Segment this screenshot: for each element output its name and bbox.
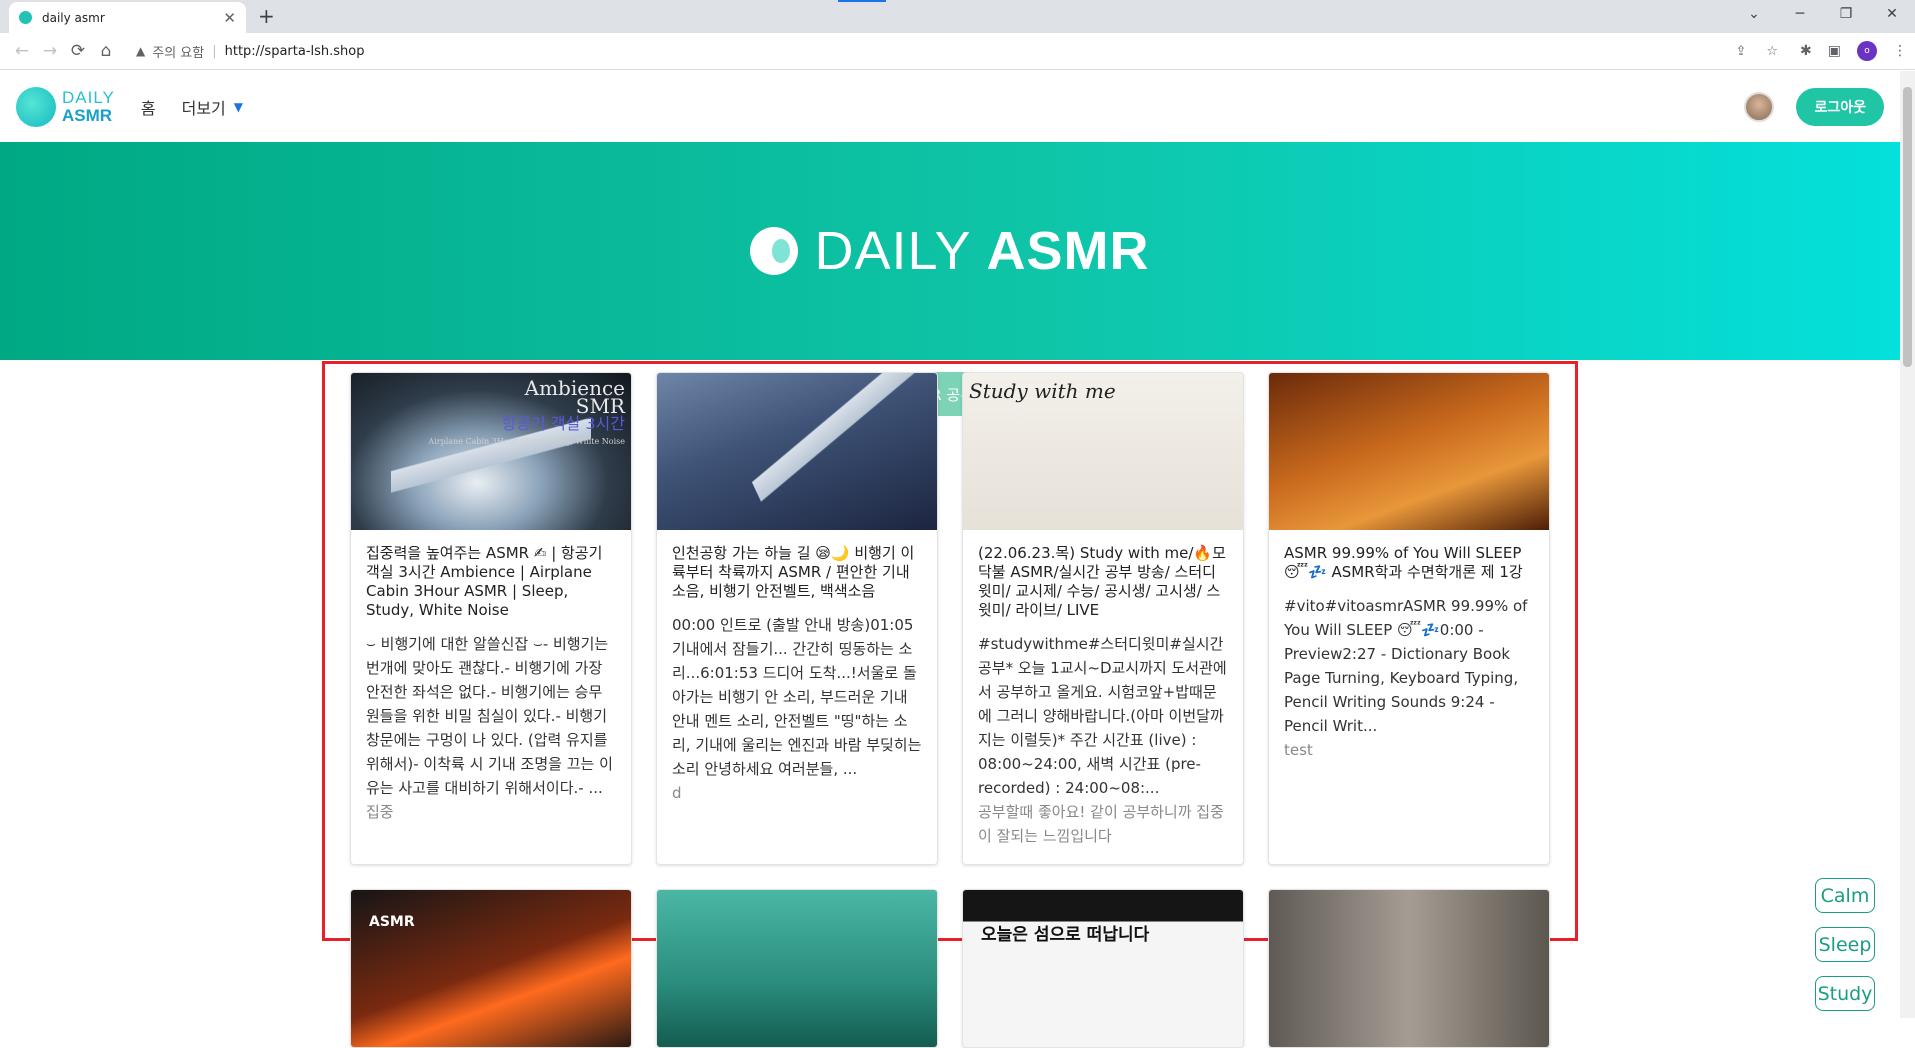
nav-more-dropdown[interactable]: 더보기 ▼	[182, 95, 243, 119]
profile-avatar[interactable]: o	[1857, 41, 1877, 61]
tab-search-icon[interactable]: ⌄	[1731, 0, 1777, 33]
security-label[interactable]: 주의 요함	[152, 42, 204, 61]
thumbnail-caption: Study with me	[969, 379, 1116, 403]
logo-line2: ASMR	[62, 105, 113, 125]
browser-toolbar: ← → ⟳ ⌂ ▲ 주의 요함 | http://sparta-lsh.shop…	[0, 33, 1915, 70]
minimize-button[interactable]: ─	[1777, 0, 1823, 33]
thumbnail-wing-shape	[727, 373, 937, 512]
asmr-card[interactable]: ASMR	[350, 889, 632, 1048]
hero-title: DAILY ASMR	[814, 221, 1150, 281]
asmr-card[interactable]	[1268, 889, 1550, 1048]
tag-filter-group: Calm Sleep Study	[1815, 878, 1875, 1011]
window-controls: ⌄ ─ ❐ ✕	[1731, 0, 1915, 33]
warning-icon[interactable]: ▲	[136, 44, 145, 58]
logout-button[interactable]: 로그아웃	[1796, 87, 1884, 126]
asmr-card[interactable]: Ambience SMR 항공기 객실 3시간 Airplane Cabin 3…	[350, 372, 632, 865]
card-title: (22.06.23.목) Study with me/🔥모닥불 ASMR/실시간…	[978, 544, 1226, 619]
sidepanel-icon[interactable]: ▣	[1828, 43, 1841, 59]
page-scrollbar[interactable]	[1900, 71, 1915, 1018]
logo-line1: DAILY	[62, 87, 115, 107]
restore-button[interactable]: ❐	[1823, 0, 1869, 33]
url-text[interactable]: http://sparta-lsh.shop	[225, 44, 365, 59]
site-navbar: DAILY ASMR 홈 더보기 ▼ 로그아웃	[0, 71, 1900, 142]
extensions-area: ✱ ▣ o ⋮	[1800, 41, 1907, 61]
tag-study-button[interactable]: Study	[1815, 976, 1875, 1011]
star-icon[interactable]: ☆	[1766, 44, 1778, 59]
card-title: 인천공항 가는 하늘 길 😪🌙 비행기 이륙부터 착륙까지 ASMR / 편안한…	[672, 544, 915, 600]
back-icon[interactable]: ←	[8, 41, 36, 61]
forward-icon[interactable]: →	[36, 41, 64, 61]
card-title: ASMR 99.99% of You Will SLEEP 😴💤 ASMR학과 …	[1284, 544, 1523, 581]
home-icon[interactable]: ⌂	[92, 41, 120, 61]
card-comment: d	[672, 784, 682, 802]
card-thumbnail[interactable]: ASMR	[351, 890, 631, 1047]
thumbnail-caption: 오늘은 섬으로 떠납니다	[981, 925, 1150, 945]
nav-more-label: 더보기	[181, 98, 226, 118]
card-thumbnail[interactable]: 오늘은 섬으로 떠납니다	[963, 890, 1243, 1047]
asmr-card[interactable]: Study with me (22.06.23.목) Study with me…	[962, 372, 1244, 865]
tab-indicator	[838, 0, 886, 2]
share-icon[interactable]: ⇪	[1735, 44, 1746, 59]
nav-home-link[interactable]: 홈	[141, 95, 156, 119]
card-description: #studywithme#스터디윗미#실시간공부* 오늘 1교시~D교시까지 도…	[978, 635, 1227, 797]
tab-title: daily asmr	[42, 10, 105, 25]
card-description: #vito#vitoasmrASMR 99.99% of You Will SL…	[1284, 597, 1528, 735]
asmr-card-grid: Ambience SMR 항공기 객실 3시간 Airplane Cabin 3…	[350, 372, 1550, 1048]
asmr-card[interactable]: ASMR 99.99% of You Will SLEEP 😴💤 ASMR학과 …	[1268, 372, 1550, 865]
thumbnail-tiny-caption: Airplane Cabin 3Hour Sleep, Study, White…	[428, 437, 625, 446]
card-description: 00:00 인트로 (출발 안내 방송)01:05 기내에서 잠들기... 간간…	[672, 616, 922, 778]
asmr-card[interactable]: 오늘은 섬으로 떠납니다	[962, 889, 1244, 1048]
hero-logo-mark-icon	[750, 227, 799, 275]
card-thumbnail[interactable]: Study with me	[963, 373, 1243, 530]
tag-calm-button[interactable]: Calm	[1815, 878, 1875, 913]
logo-mark-icon	[16, 86, 56, 127]
card-thumbnail[interactable]	[657, 373, 937, 530]
favicon-icon	[19, 11, 32, 24]
close-window-button[interactable]: ✕	[1869, 0, 1915, 33]
chevron-down-icon: ▼	[233, 99, 244, 114]
card-thumbnail[interactable]	[1269, 373, 1549, 530]
asmr-card[interactable]: 인천공항 가는 하늘 길 😪🌙 비행기 이륙부터 착륙까지 ASMR / 편안한…	[656, 372, 938, 865]
card-description: ⌣ 비행기에 대한 알쓸신잡 ⌣- 비행기는 번개에 맞아도 괜찮다.- 비행기…	[366, 635, 613, 797]
reload-icon[interactable]: ⟳	[64, 41, 92, 61]
puzzle-icon[interactable]: ✱	[1800, 43, 1812, 59]
card-comment: test	[1284, 741, 1313, 759]
new-tab-button[interactable]: +	[258, 4, 275, 28]
scrollbar-thumb[interactable]	[1903, 87, 1912, 367]
site-logo[interactable]: DAILY ASMR	[16, 86, 115, 127]
card-thumbnail[interactable]	[657, 890, 937, 1047]
hero-banner: DAILY ASMR	[0, 142, 1900, 360]
browser-tab-strip: daily asmr ✕ + ⌄ ─ ❐ ✕	[0, 0, 1915, 33]
card-title: 집중력을 높여주는 ASMR ✍ | 항공기 객실 3시간 Ambience |…	[366, 544, 603, 619]
asmr-card[interactable]	[656, 889, 938, 1048]
address-bar[interactable]: ▲ 주의 요함 | http://sparta-lsh.shop ⇪ ☆	[126, 37, 1789, 65]
hero-logo: DAILY ASMR	[750, 220, 1149, 282]
tab-close-icon[interactable]: ✕	[223, 9, 236, 27]
browser-tab[interactable]: daily asmr ✕	[9, 2, 246, 33]
thumbnail-caption: ASMR	[369, 914, 415, 930]
card-thumbnail[interactable]	[1269, 890, 1549, 1047]
card-thumbnail[interactable]: Ambience SMR 항공기 객실 3시간 Airplane Cabin 3…	[351, 373, 631, 530]
tag-sleep-button[interactable]: Sleep	[1815, 927, 1875, 962]
thumbnail-caption: Ambience SMR 항공기 객실 3시간 Airplane Cabin 3…	[428, 378, 625, 451]
divider: |	[212, 43, 217, 59]
kebab-icon[interactable]: ⋮	[1893, 43, 1907, 59]
user-avatar[interactable]	[1744, 91, 1775, 122]
thumbnail-subcaption: 항공기 객실 3시간	[501, 414, 625, 433]
card-comment: 집중	[366, 803, 394, 821]
card-comment: 공부할때 좋아요! 같이 공부하니까 집중이 잘되는 느낌입니다	[978, 803, 1224, 845]
